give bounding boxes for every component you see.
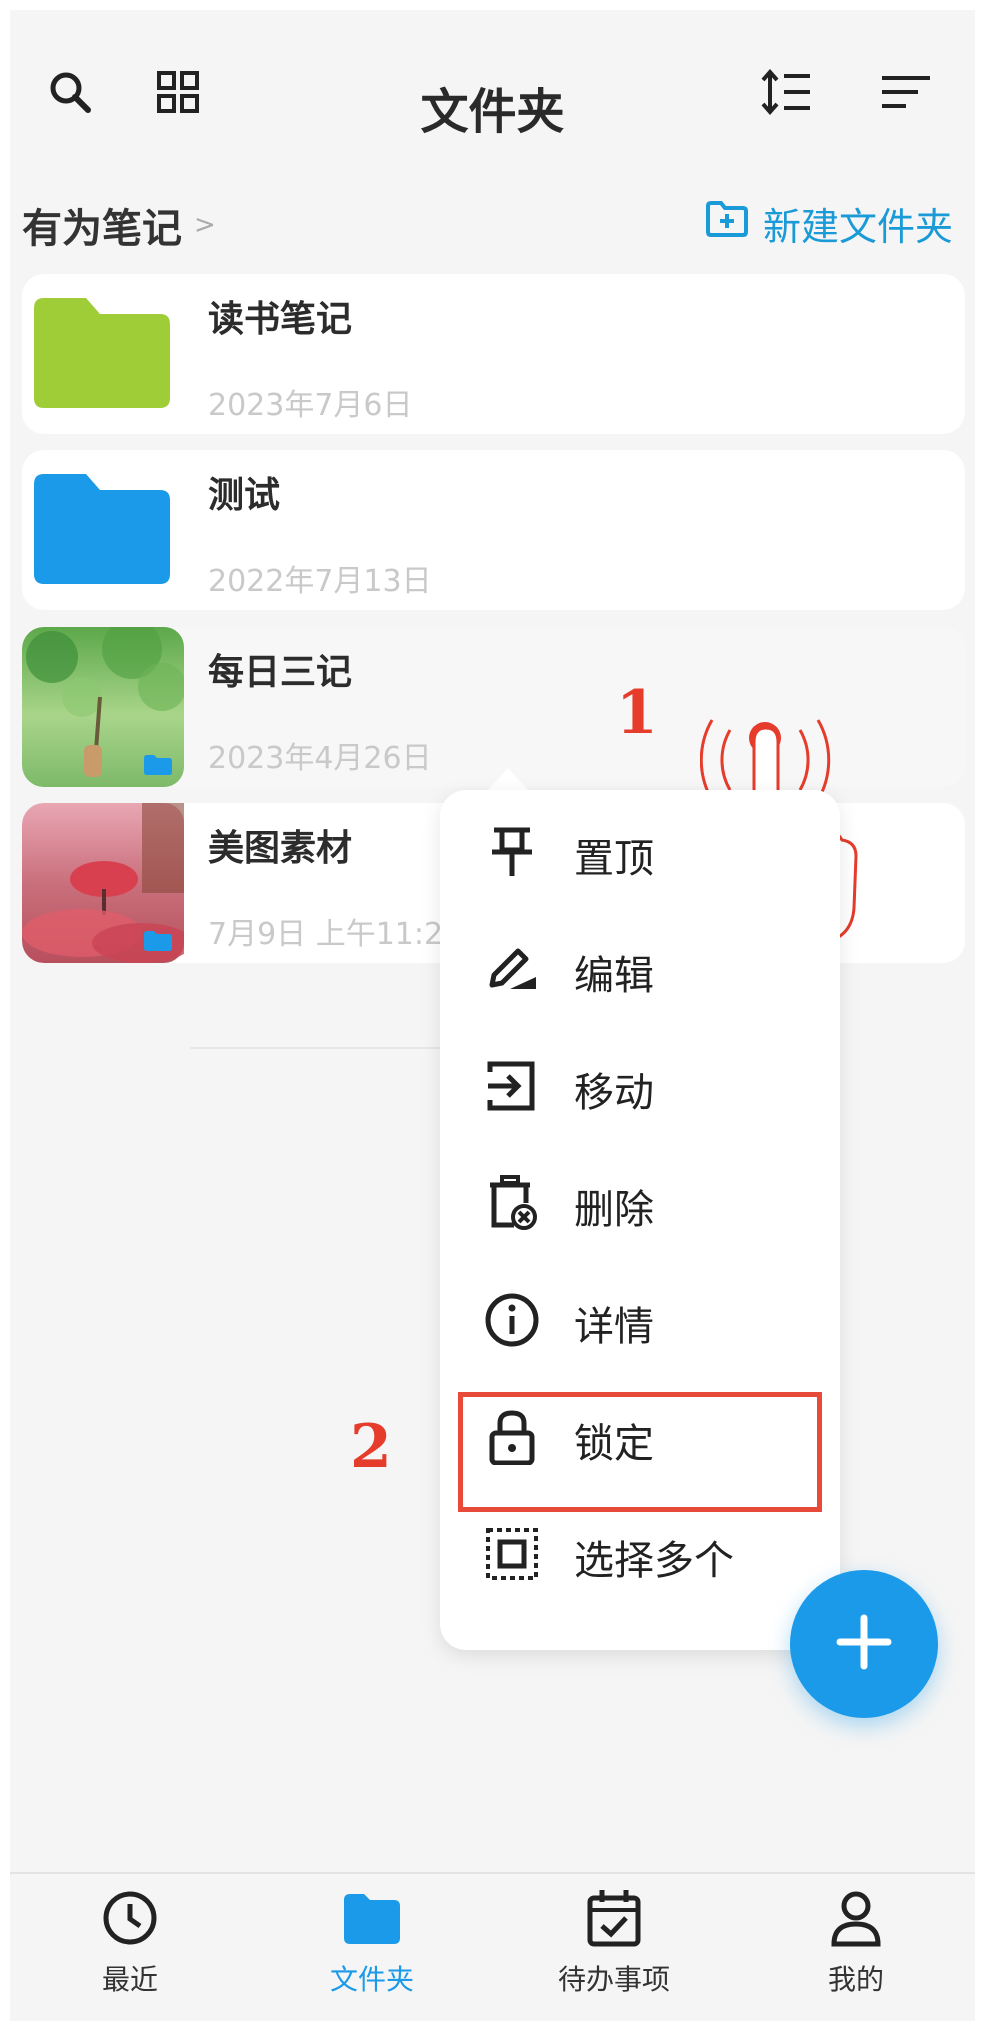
menu-item-label: 置顶 xyxy=(574,836,654,882)
folder-card-reading-notes[interactable]: 读书笔记 2023年7月6日 xyxy=(22,274,965,434)
breadcrumb-root[interactable]: 有为笔记 xyxy=(22,196,182,254)
nav-label: 待办事项 xyxy=(557,1963,670,1996)
step-2-annotation: 2 xyxy=(350,1412,392,1482)
folder-date: 7月9日 上午11:2 xyxy=(208,917,444,952)
nav-label: 我的 xyxy=(827,1963,884,1996)
nav-item-folders[interactable]: 文件夹 xyxy=(272,1888,472,2008)
folder-name: 测试 xyxy=(208,475,281,516)
new-folder-label: 新建文件夹 xyxy=(762,205,953,249)
step-1-annotation: 1 xyxy=(616,678,658,748)
folder-name: 美图素材 xyxy=(208,828,353,869)
breadcrumb-separator: > xyxy=(194,210,216,240)
nav-label: 最近 xyxy=(101,1963,158,1996)
clock-icon xyxy=(102,1888,158,1948)
folder-icon xyxy=(34,474,170,588)
folder-name: 读书笔记 xyxy=(208,299,353,340)
context-menu: 置顶 编辑 移动 删除 详情 锁定 选择多个 xyxy=(440,790,840,1650)
menu-item-label: 选择多个 xyxy=(574,1538,734,1584)
menu-item-edit[interactable]: 编辑 xyxy=(440,907,840,1027)
folder-date: 2022年7月13日 xyxy=(208,564,432,599)
sort-order-icon[interactable] xyxy=(756,62,816,122)
nav-item-recent[interactable]: 最近 xyxy=(30,1888,230,2008)
menu-item-label: 移动 xyxy=(574,1070,654,1116)
menu-item-details[interactable]: 详情 xyxy=(440,1258,840,1378)
pin-icon xyxy=(484,824,540,880)
user-icon xyxy=(828,1888,884,1948)
folder-icon xyxy=(344,1888,400,1948)
page-title: 文件夹 xyxy=(420,84,565,140)
menu-item-label: 详情 xyxy=(574,1304,654,1350)
menu-item-pin[interactable]: 置顶 xyxy=(440,790,840,910)
info-icon xyxy=(484,1292,540,1348)
folder-icon xyxy=(34,298,170,412)
filter-lines-icon[interactable] xyxy=(876,62,936,122)
folder-date: 2023年7月6日 xyxy=(208,388,413,423)
plus-icon xyxy=(834,1612,894,1676)
nav-item-todo[interactable]: 待办事项 xyxy=(514,1888,714,2008)
nav-label: 文件夹 xyxy=(329,1963,414,1996)
delete-icon xyxy=(484,1175,540,1231)
lock-highlight-box xyxy=(458,1392,822,1512)
menu-item-label: 编辑 xyxy=(574,953,654,999)
menu-item-move[interactable]: 移动 xyxy=(440,1024,840,1144)
calendar-check-icon xyxy=(586,1888,642,1948)
folder-card-test[interactable]: 测试 2022年7月13日 xyxy=(22,450,965,610)
menu-item-delete[interactable]: 删除 xyxy=(440,1141,840,1261)
breadcrumb: 有为笔记 > xyxy=(22,196,216,254)
select-multiple-icon xyxy=(484,1526,540,1582)
move-icon xyxy=(484,1058,540,1114)
add-fab-button[interactable] xyxy=(790,1570,938,1718)
nav-item-profile[interactable]: 我的 xyxy=(756,1888,956,2008)
folder-add-icon xyxy=(705,200,749,247)
folder-date: 2023年4月26日 xyxy=(208,741,432,776)
menu-item-label: 删除 xyxy=(574,1187,654,1233)
bottom-nav: 最近 文件夹 待办事项 我的 xyxy=(10,1872,975,2021)
new-folder-button[interactable]: 新建文件夹 xyxy=(705,196,953,251)
top-bar: 文件夹 xyxy=(10,10,975,180)
menu-pointer xyxy=(488,768,528,790)
folder-badge-icon xyxy=(144,931,172,951)
folder-badge-icon xyxy=(144,755,172,775)
edit-icon xyxy=(484,941,540,997)
folder-name: 每日三记 xyxy=(208,652,353,693)
app-screen: 文件夹 有为笔记 > 新建文件夹 读书笔记 2023年7月6日 测试 2022年… xyxy=(10,10,975,2021)
